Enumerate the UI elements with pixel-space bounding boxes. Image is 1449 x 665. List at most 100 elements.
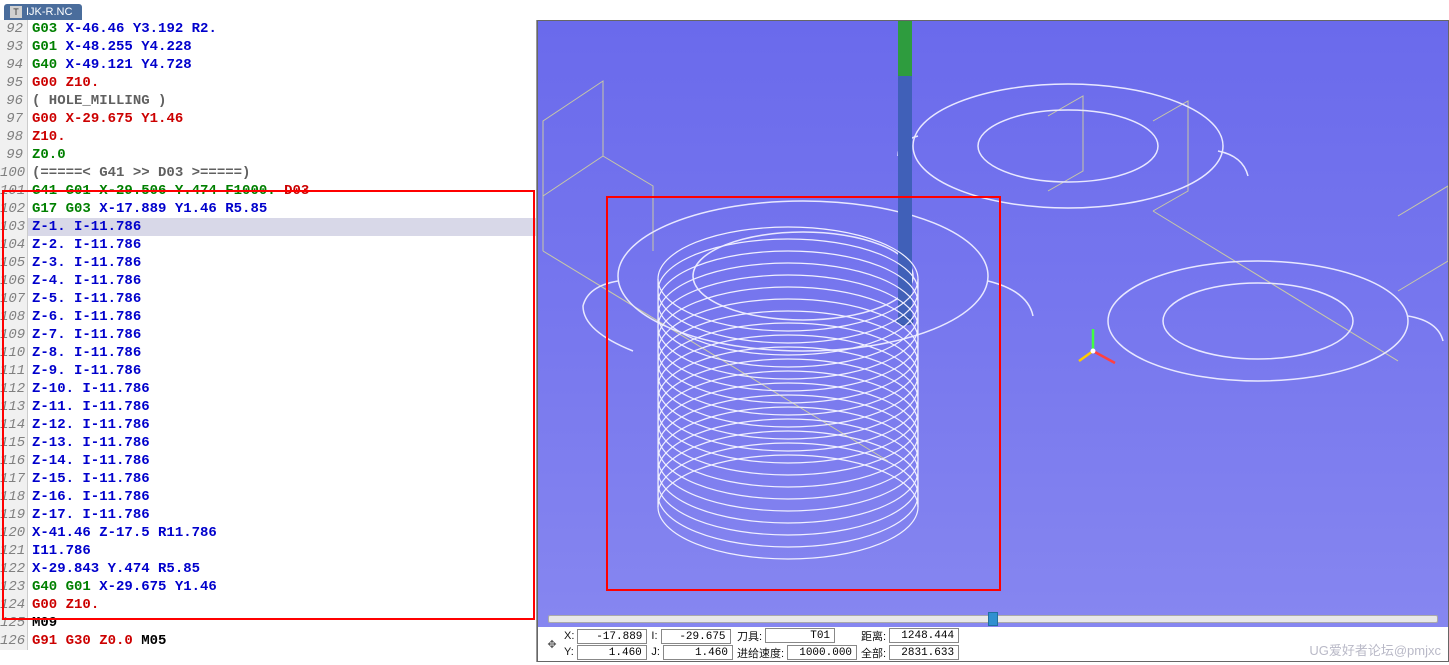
line-number: 102 [0, 200, 28, 218]
line-number: 123 [0, 578, 28, 596]
line-content: (=====< G41 >> D03 >=====) [28, 164, 250, 182]
line-number: 108 [0, 308, 28, 326]
code-line[interactable]: 123G40 G01 X-29.675 Y1.46 [0, 578, 536, 596]
line-content: Z-8. I-11.786 [28, 344, 141, 362]
line-number: 110 [0, 344, 28, 362]
code-line[interactable]: 112Z-10. I-11.786 [0, 380, 536, 398]
code-line[interactable]: 113Z-11. I-11.786 [0, 398, 536, 416]
watermark: UG爱好者论坛@pmjxc [1309, 640, 1441, 659]
line-content: G00 Z10. [28, 74, 99, 92]
line-number: 97 [0, 110, 28, 128]
line-number: 113 [0, 398, 28, 416]
progress-bar[interactable] [548, 615, 1438, 623]
code-line[interactable]: 124G00 Z10. [0, 596, 536, 614]
code-line[interactable]: 92G03 X-46.46 Y3.192 R2. [0, 20, 536, 38]
dist-label: 距离: [861, 628, 886, 644]
code-line[interactable]: 104Z-2. I-11.786 [0, 236, 536, 254]
line-content: Z-12. I-11.786 [28, 416, 150, 434]
line-number: 116 [0, 452, 28, 470]
viewport-svg [538, 21, 1448, 661]
line-content: Z-7. I-11.786 [28, 326, 141, 344]
line-content: ( HOLE_MILLING ) [28, 92, 166, 110]
line-number: 104 [0, 236, 28, 254]
code-scroll[interactable]: 92G03 X-46.46 Y3.192 R2.93G01 X-48.255 Y… [0, 20, 536, 662]
line-number: 120 [0, 524, 28, 542]
line-number: 121 [0, 542, 28, 560]
code-line[interactable]: 126G91 G30 Z0.0 M05 [0, 632, 536, 650]
code-line[interactable]: 114Z-12. I-11.786 [0, 416, 536, 434]
code-line[interactable]: 108Z-6. I-11.786 [0, 308, 536, 326]
line-content: Z-3. I-11.786 [28, 254, 141, 272]
code-line[interactable]: 119Z-17. I-11.786 [0, 506, 536, 524]
code-line[interactable]: 100(=====< G41 >> D03 >=====) [0, 164, 536, 182]
tab-bar: T IJK-R.NC [0, 0, 1449, 20]
j-value: 1.460 [663, 645, 733, 660]
line-content: X-29.843 Y.474 R5.85 [28, 560, 200, 578]
line-number: 96 [0, 92, 28, 110]
code-line[interactable]: 99Z0.0 [0, 146, 536, 164]
code-line[interactable]: 125M09 [0, 614, 536, 632]
line-number: 126 [0, 632, 28, 650]
code-line[interactable]: 103Z-1. I-11.786 [0, 218, 536, 236]
j-label: J: [651, 646, 660, 658]
code-line[interactable]: 118Z-16. I-11.786 [0, 488, 536, 506]
line-number: 103 [0, 218, 28, 236]
line-content: Z-16. I-11.786 [28, 488, 150, 506]
line-content: M09 [28, 614, 57, 632]
code-line[interactable]: 115Z-13. I-11.786 [0, 434, 536, 452]
line-number: 98 [0, 128, 28, 146]
code-line[interactable]: 94G40 X-49.121 Y4.728 [0, 56, 536, 74]
total-value: 2831.633 [889, 645, 959, 660]
code-line[interactable]: 93G01 X-48.255 Y4.228 [0, 38, 536, 56]
code-line[interactable]: 122X-29.843 Y.474 R5.85 [0, 560, 536, 578]
axis-marker [1079, 329, 1115, 363]
line-number: 115 [0, 434, 28, 452]
code-line[interactable]: 107Z-5. I-11.786 [0, 290, 536, 308]
viewport-3d[interactable]: ✥ X: -17.889 Y: 1.460 I: -29.675 J: [537, 20, 1449, 662]
line-content: Z-14. I-11.786 [28, 452, 150, 470]
feed-label: 进给速度: [737, 645, 784, 661]
line-content: G40 G01 X-29.675 Y1.46 [28, 578, 217, 596]
code-line[interactable]: 105Z-3. I-11.786 [0, 254, 536, 272]
code-line[interactable]: 98Z10. [0, 128, 536, 146]
line-number: 107 [0, 290, 28, 308]
line-content: Z-5. I-11.786 [28, 290, 141, 308]
code-line[interactable]: 97G00 X-29.675 Y1.46 [0, 110, 536, 128]
code-line[interactable]: 121I11.786 [0, 542, 536, 560]
line-number: 93 [0, 38, 28, 56]
code-line[interactable]: 120X-41.46 Z-17.5 R11.786 [0, 524, 536, 542]
line-content: Z-13. I-11.786 [28, 434, 150, 452]
file-icon: T [10, 6, 22, 18]
line-content: Z-4. I-11.786 [28, 272, 141, 290]
i-value: -29.675 [661, 629, 731, 644]
code-line[interactable]: 117Z-15. I-11.786 [0, 470, 536, 488]
line-content: I11.786 [28, 542, 91, 560]
line-content: G01 X-48.255 Y4.228 [28, 38, 192, 56]
code-line[interactable]: 102G17 G03 X-17.889 Y1.46 R5.85 [0, 200, 536, 218]
code-editor-panel: 92G03 X-46.46 Y3.192 R2.93G01 X-48.255 Y… [0, 20, 537, 662]
file-tab[interactable]: T IJK-R.NC [4, 4, 82, 20]
line-content: Z-1. I-11.786 [28, 218, 536, 236]
code-line[interactable]: 111Z-9. I-11.786 [0, 362, 536, 380]
y-label: Y: [564, 646, 574, 658]
code-line[interactable]: 101G41 G01 X-29.506 Y.474 F1000. D03 [0, 182, 536, 200]
code-line[interactable]: 106Z-4. I-11.786 [0, 272, 536, 290]
code-line[interactable]: 116Z-14. I-11.786 [0, 452, 536, 470]
line-number: 125 [0, 614, 28, 632]
line-content: Z-6. I-11.786 [28, 308, 141, 326]
code-line[interactable]: 109Z-7. I-11.786 [0, 326, 536, 344]
cursor-icon: ✥ [544, 636, 560, 652]
feed-value: 1000.000 [787, 645, 857, 660]
code-line[interactable]: 110Z-8. I-11.786 [0, 344, 536, 362]
progress-marker[interactable] [988, 612, 998, 626]
line-number: 100 [0, 164, 28, 182]
line-content: G91 G30 Z0.0 M05 [28, 632, 166, 650]
line-number: 95 [0, 74, 28, 92]
line-content: G00 Z10. [28, 596, 99, 614]
line-content: G00 X-29.675 Y1.46 [28, 110, 183, 128]
code-line[interactable]: 96( HOLE_MILLING ) [0, 92, 536, 110]
tool-cylinder [897, 21, 913, 325]
dist-value: 1248.444 [889, 628, 959, 643]
code-line[interactable]: 95G00 Z10. [0, 74, 536, 92]
line-number: 114 [0, 416, 28, 434]
